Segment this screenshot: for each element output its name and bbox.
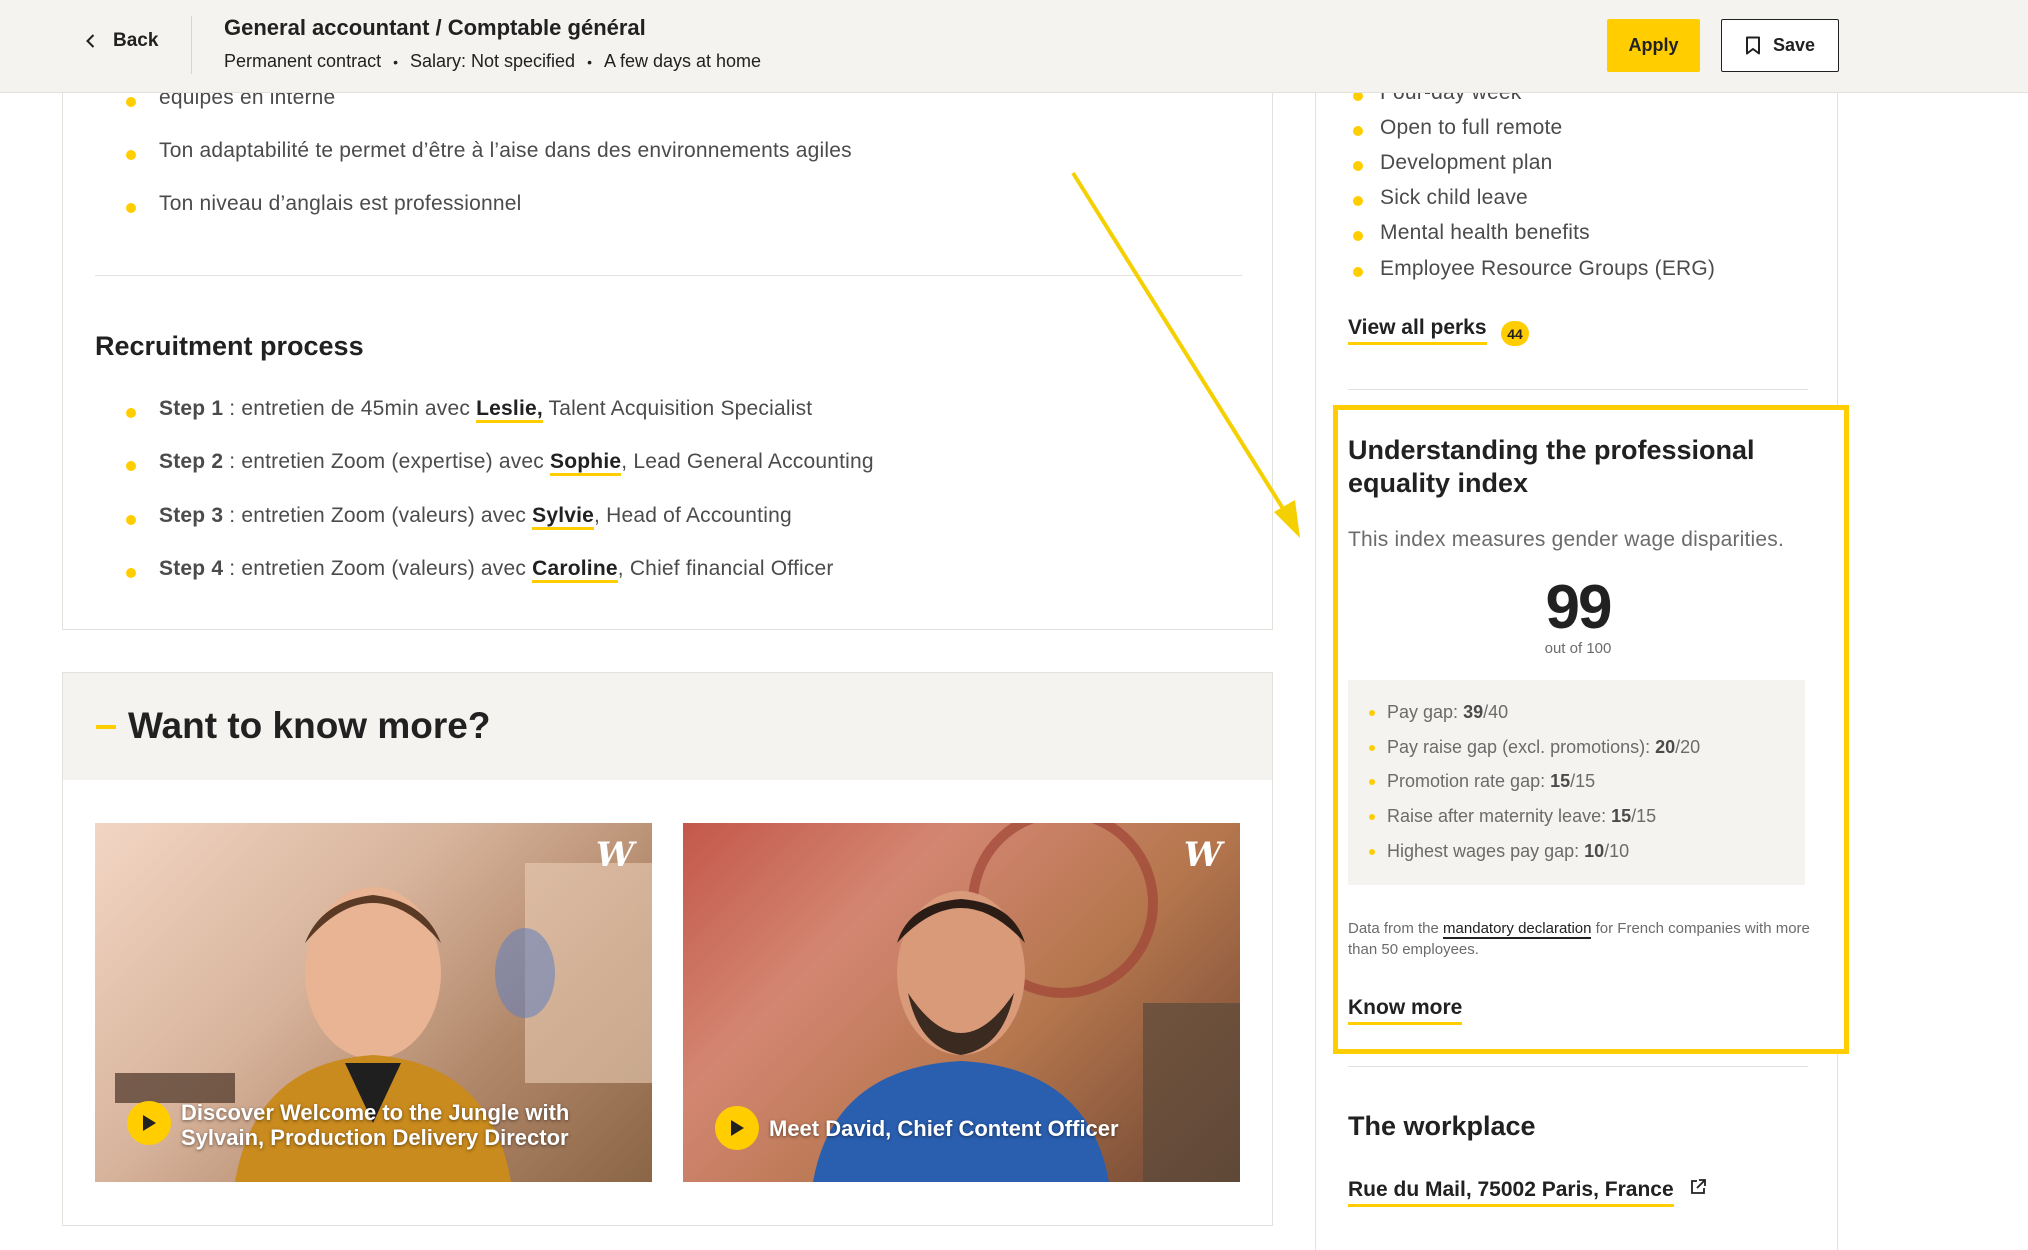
equality-score: 99 bbox=[1545, 573, 1613, 642]
bookmark-icon bbox=[1745, 36, 1760, 55]
perks-count-badge: 44 bbox=[1501, 321, 1529, 346]
recruitment-title: Recruitment process bbox=[95, 331, 364, 361]
save-button[interactable]: Save bbox=[1721, 19, 1839, 72]
view-all-perks-link[interactable]: View all perks bbox=[1348, 316, 1487, 345]
list-item: Ton niveau d’anglais est professionnel bbox=[126, 192, 522, 215]
play-icon[interactable] bbox=[127, 1101, 171, 1145]
equality-source-note: Data from the mandatory declaration for … bbox=[1348, 920, 1810, 958]
back-label: Back bbox=[113, 30, 159, 51]
chevron-left-icon bbox=[86, 34, 95, 48]
know-more-card: Want to know more? W Discover Welcome to… bbox=[62, 672, 1273, 1226]
contract-type: Permanent contract bbox=[224, 51, 382, 71]
know-more-title: Want to know more? bbox=[128, 705, 491, 746]
perk-item: Mental health benefits bbox=[1353, 221, 1590, 244]
step-2: Step 2 : entretien Zoom (expertise) avec… bbox=[126, 450, 874, 476]
header-divider bbox=[191, 16, 192, 74]
remote-policy: A few days at home bbox=[603, 51, 762, 71]
perk-item: Employee Resource Groups (ERG) bbox=[1352, 257, 1716, 280]
dash-icon bbox=[96, 725, 116, 729]
step-4: Step 4 : entretien Zoom (valeurs) avec C… bbox=[126, 557, 834, 583]
wttj-logo: W bbox=[1183, 835, 1222, 875]
workplace-title: The workplace bbox=[1348, 1111, 1536, 1141]
job-header: Back General accountant / Comptable géné… bbox=[0, 0, 2028, 93]
video-caption: Discover Welcome to the Jungle with Sylv… bbox=[181, 1100, 570, 1150]
perk-item: Open to full remote bbox=[1352, 116, 1563, 139]
section-divider bbox=[95, 275, 1242, 276]
equality-breakdown: Pay gap: 39/40 Pay raise gap (excl. prom… bbox=[1348, 680, 1805, 885]
video-thumbnail[interactable]: W Meet David, Chief Content Officer bbox=[683, 823, 1240, 1182]
breakdown-item: Highest wages pay gap: 10/10 bbox=[1368, 841, 1630, 861]
mandatory-declaration-link[interactable]: mandatory declaration bbox=[1443, 920, 1592, 939]
step-1: Step 1 : entretien de 45min avec Leslie,… bbox=[125, 397, 812, 423]
person-link-sophie[interactable]: Sophie bbox=[550, 450, 622, 476]
apply-button[interactable]: Apply bbox=[1607, 19, 1700, 72]
wttj-logo: W bbox=[595, 835, 634, 875]
breakdown-item: Raise after maternity leave: 15/15 bbox=[1368, 806, 1657, 826]
know-more-header: Want to know more? bbox=[63, 673, 1272, 780]
list-item: Ton adaptabilité te permet d’être à l’ai… bbox=[126, 139, 852, 162]
video-caption: Meet David, Chief Content Officer bbox=[769, 1116, 1119, 1141]
side-divider bbox=[1348, 1066, 1808, 1067]
back-button[interactable]: Back bbox=[83, 30, 158, 52]
play-icon[interactable] bbox=[715, 1106, 759, 1150]
workplace-address-link[interactable]: Rue du Mail, 75002 Paris, France bbox=[1348, 1178, 1674, 1207]
person-link-sylvie[interactable]: Sylvie bbox=[532, 504, 595, 530]
equality-index-description: This index measures gender wage disparit… bbox=[1348, 528, 1785, 551]
external-link-icon[interactable] bbox=[1688, 1177, 1708, 1197]
perk-item: Development plan bbox=[1352, 151, 1553, 174]
breakdown-item: Pay raise gap (excl. promotions): 20/20 bbox=[1368, 737, 1701, 757]
breakdown-item: Pay gap: 39/40 bbox=[1368, 702, 1509, 722]
salary: Salary: Not specified bbox=[409, 51, 576, 71]
step-3: Step 3 : entretien Zoom (valeurs) avec S… bbox=[126, 504, 792, 530]
breakdown-item: Promotion rate gap: 15/15 bbox=[1368, 771, 1596, 791]
person-link-caroline[interactable]: Caroline bbox=[532, 557, 618, 583]
person-link-leslie[interactable]: Leslie, bbox=[476, 397, 543, 423]
save-label: Save bbox=[1772, 35, 1816, 55]
equality-index-title: Understanding the professional equality … bbox=[1348, 435, 1755, 498]
know-more-link[interactable]: Know more bbox=[1348, 996, 1463, 1025]
perk-item: Sick child leave bbox=[1353, 186, 1528, 209]
job-title: General accountant / Comptable général bbox=[224, 15, 646, 40]
job-meta: Permanent contract • Salary: Not specifi… bbox=[224, 51, 762, 71]
side-divider bbox=[1348, 389, 1808, 390]
video-thumbnail[interactable]: W Discover Welcome to the Jungle with Sy… bbox=[95, 823, 652, 1182]
equality-score-max: out of 100 bbox=[1544, 640, 1612, 657]
